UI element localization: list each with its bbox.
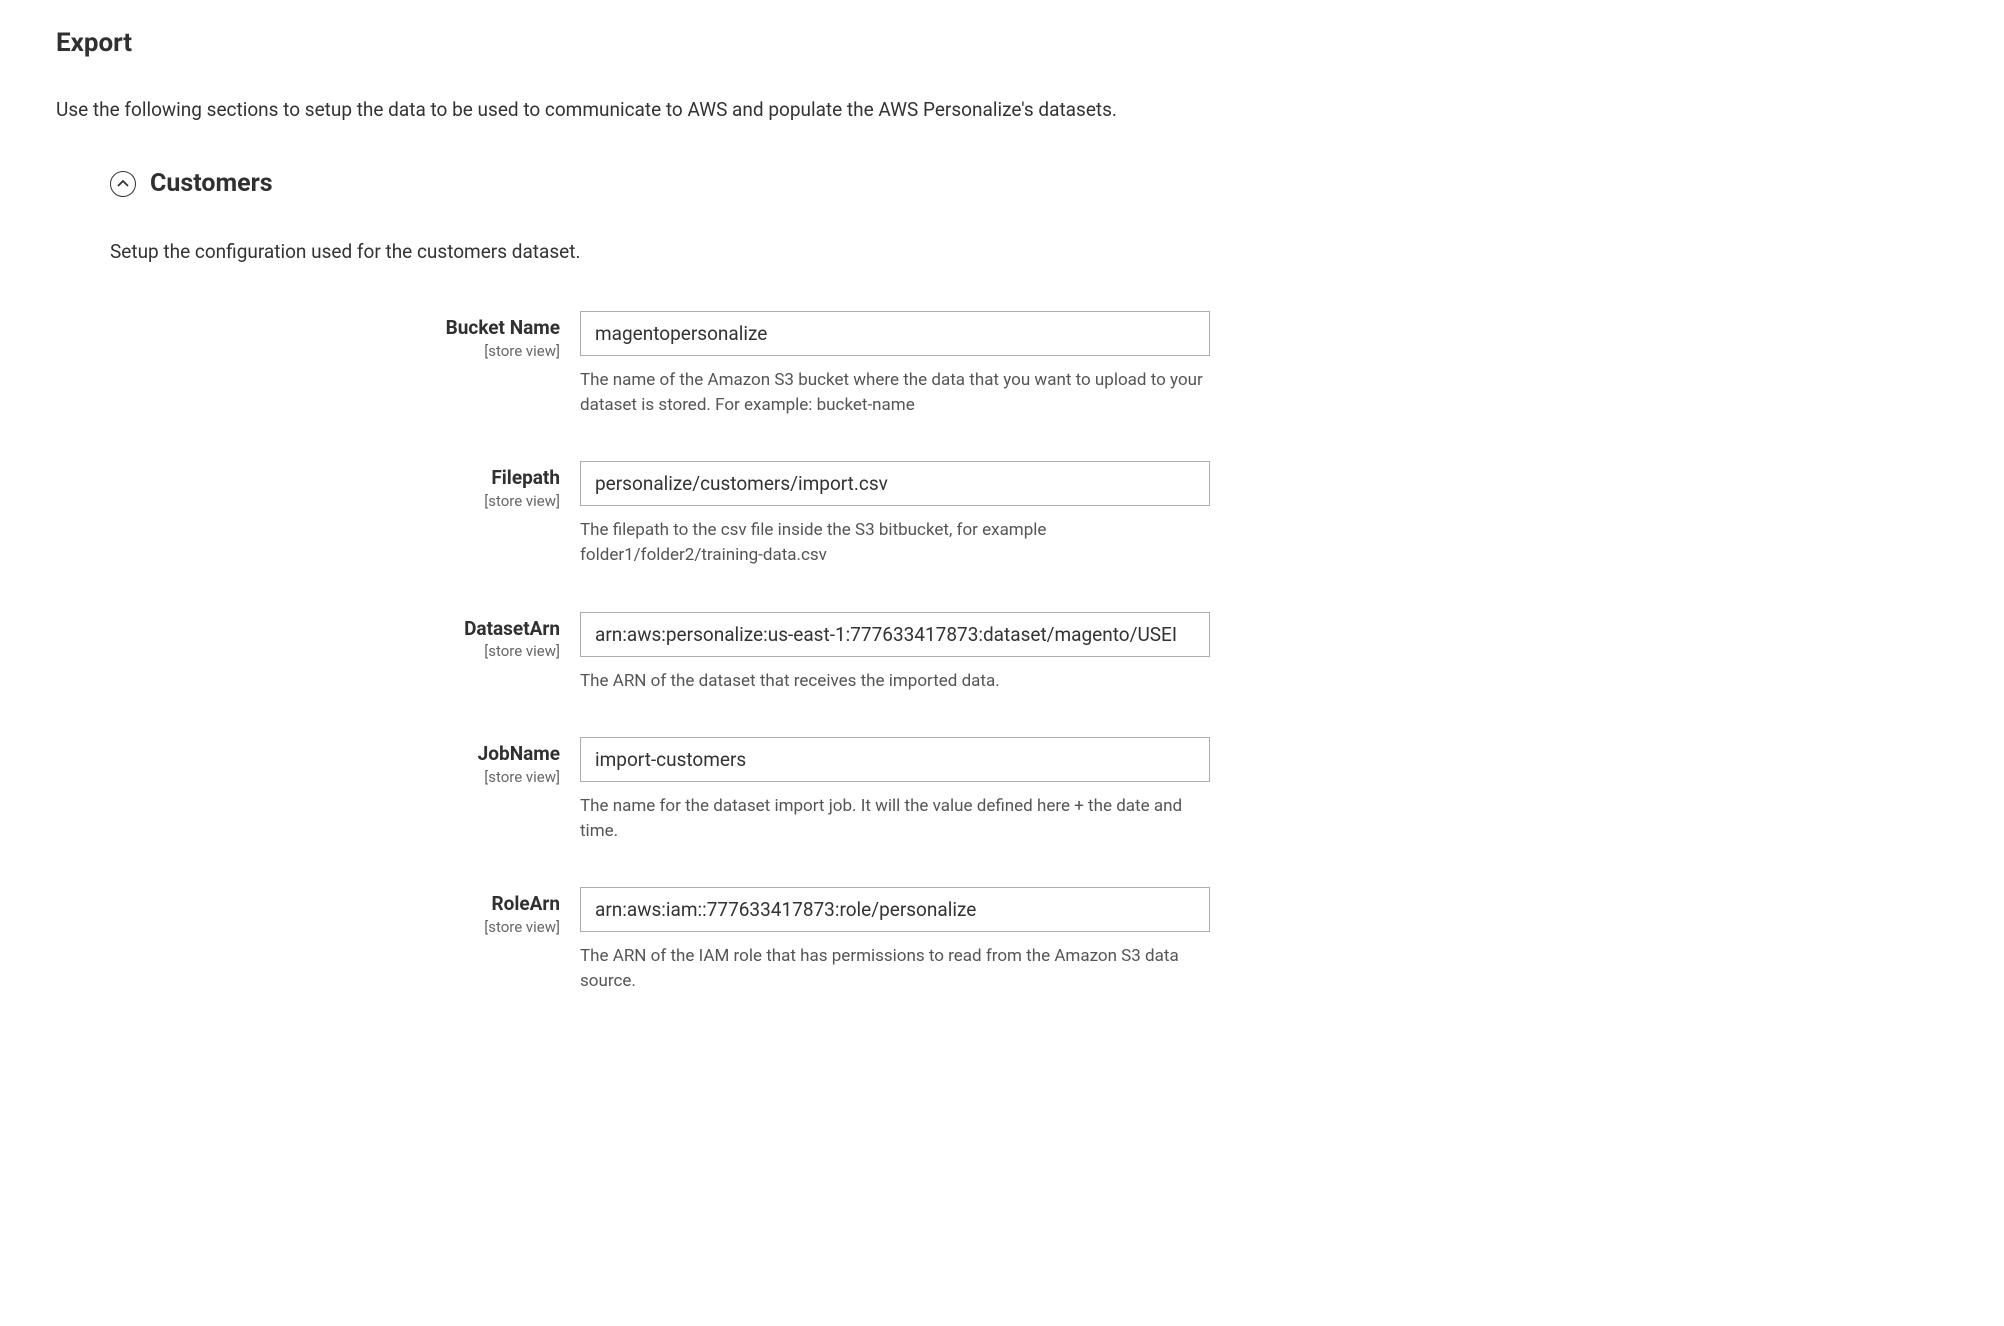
section-header[interactable]: Customers <box>110 169 1948 198</box>
field-label: Filepath <box>110 467 560 490</box>
field-scope: [store view] <box>110 492 560 510</box>
field-label: JobName <box>110 743 560 766</box>
field-control: The ARN of the IAM role that has permiss… <box>580 887 1210 993</box>
dataset-arn-input[interactable] <box>580 612 1210 657</box>
section-customers: Customers Setup the configuration used f… <box>56 169 1948 994</box>
field-scope: [store view] <box>110 768 560 786</box>
field-scope: [store view] <box>110 342 560 360</box>
chevron-up-icon <box>110 171 136 197</box>
field-label-wrap: RoleArn [store view] <box>110 887 580 993</box>
field-help: The ARN of the dataset that receives the… <box>580 669 1210 694</box>
field-label-wrap: JobName [store view] <box>110 737 580 843</box>
field-help: The ARN of the IAM role that has permiss… <box>580 944 1210 993</box>
role-arn-input[interactable] <box>580 887 1210 932</box>
filepath-input[interactable] <box>580 461 1210 506</box>
field-scope: [store view] <box>110 642 560 660</box>
section-title: Customers <box>150 169 273 198</box>
page-description: Use the following sections to setup the … <box>56 98 1948 121</box>
field-job-name: JobName [store view] The name for the da… <box>110 737 1948 843</box>
field-control: The name for the dataset import job. It … <box>580 737 1210 843</box>
field-bucket-name: Bucket Name [store view] The name of the… <box>110 311 1948 417</box>
field-role-arn: RoleArn [store view] The ARN of the IAM … <box>110 887 1948 993</box>
job-name-input[interactable] <box>580 737 1210 782</box>
field-label: DatasetArn <box>110 618 560 641</box>
field-help: The filepath to the csv file inside the … <box>580 518 1210 567</box>
field-control: The filepath to the csv file inside the … <box>580 461 1210 567</box>
field-filepath: Filepath [store view] The filepath to th… <box>110 461 1948 567</box>
field-help: The name of the Amazon S3 bucket where t… <box>580 368 1210 417</box>
field-label-wrap: DatasetArn [store view] <box>110 612 580 694</box>
field-label: Bucket Name <box>110 317 560 340</box>
section-description: Setup the configuration used for the cus… <box>110 240 1948 263</box>
field-label-wrap: Filepath [store view] <box>110 461 580 567</box>
field-help: The name for the dataset import job. It … <box>580 794 1210 843</box>
field-dataset-arn: DatasetArn [store view] The ARN of the d… <box>110 612 1948 694</box>
field-scope: [store view] <box>110 918 560 936</box>
field-label: RoleArn <box>110 893 560 916</box>
field-label-wrap: Bucket Name [store view] <box>110 311 580 417</box>
field-control: The ARN of the dataset that receives the… <box>580 612 1210 694</box>
field-control: The name of the Amazon S3 bucket where t… <box>580 311 1210 417</box>
page-title: Export <box>56 28 1948 58</box>
bucket-name-input[interactable] <box>580 311 1210 356</box>
